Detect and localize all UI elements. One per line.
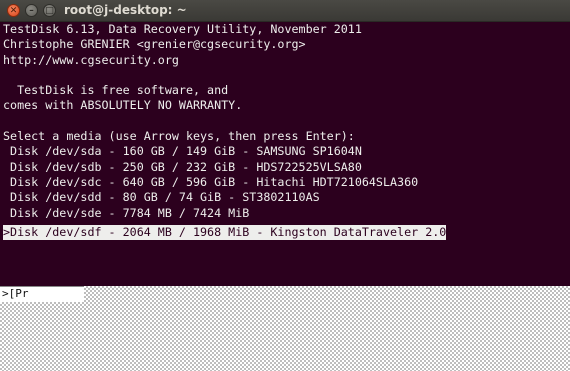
minimize-button[interactable]: –: [25, 4, 38, 17]
maximize-button[interactable]: □: [43, 4, 56, 17]
terminal-line: http://www.cgsecurity.org: [3, 52, 179, 67]
media-option-sde[interactable]: Disk /dev/sde - 7784 MB / 7424 MiB: [3, 206, 446, 221]
terminal-line: TestDisk 6.13, Data Recovery Utility, No…: [3, 22, 362, 36]
terminal-line: Select a media (use Arrow keys, then pre…: [3, 129, 355, 144]
close-button[interactable]: ✕: [7, 4, 20, 17]
transparent-area: [0, 286, 570, 371]
media-option-sdb[interactable]: Disk /dev/sdb - 250 GB / 232 GiB - HDS72…: [3, 160, 446, 175]
media-option-sdf[interactable]: >Disk /dev/sdf - 2064 MB / 1968 MiB - Ki…: [3, 224, 447, 241]
media-option-sdd[interactable]: Disk /dev/sdd - 80 GB / 74 GiB - ST38021…: [3, 190, 446, 205]
media-option-sdc[interactable]: Disk /dev/sdc - 640 GB / 596 GiB - Hitac…: [3, 175, 446, 190]
terminal-output[interactable]: TestDisk 6.13, Data Recovery Utility, No…: [0, 22, 570, 286]
terminal-lines: TestDisk 6.13, Data Recovery Utility, No…: [3, 22, 447, 241]
menu-prompt[interactable]: >[Pr: [0, 286, 84, 302]
terminal-line: TestDisk is free software, and: [3, 83, 229, 98]
window-titlebar[interactable]: ✕ – □ root@j-desktop: ~: [0, 0, 570, 22]
terminal-line: comes with ABSOLUTELY NO WARRANTY.: [3, 98, 243, 113]
window-title: root@j-desktop: ~: [64, 3, 187, 17]
terminal-line: Christophe GRENIER <grenier@cgsecurity.o…: [3, 37, 306, 52]
media-option-sda[interactable]: Disk /dev/sda - 160 GB / 149 GiB - SAMSU…: [3, 144, 446, 159]
